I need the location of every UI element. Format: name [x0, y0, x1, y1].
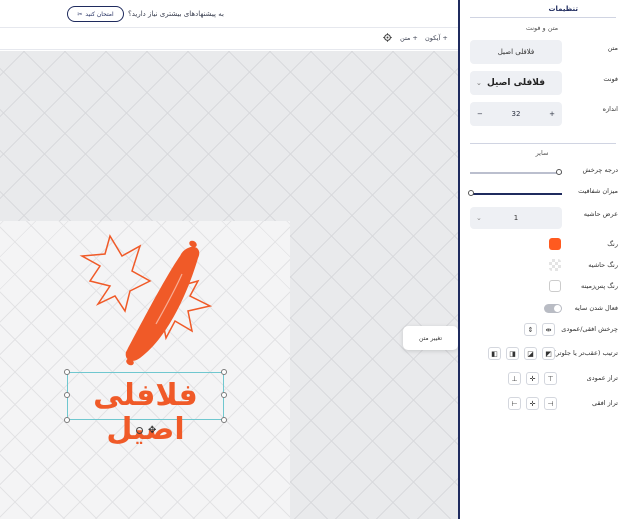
add-icon-label: آیکون	[425, 34, 441, 42]
rotation-slider-knob[interactable]	[556, 169, 562, 175]
move-icon[interactable]: ✥	[148, 425, 156, 436]
border-width-label: عرض حاشیه	[583, 210, 618, 218]
add-icon-button[interactable]: آیکون +	[425, 34, 448, 42]
border-width-value: 1	[513, 214, 519, 222]
h-align-label: تراز افقی	[591, 399, 618, 407]
bg-color-label: رنگ پس‌زمینه	[581, 282, 618, 290]
shadow-label: فعال شدن سایه	[574, 304, 618, 312]
align-center-icon: ✛	[529, 399, 536, 408]
bring-forward-button[interactable]: ◪	[524, 347, 537, 360]
section-text-font: متن و فونت	[525, 24, 559, 32]
bg-color-swatch[interactable]	[549, 280, 561, 292]
align-left-button[interactable]: ⊢	[508, 397, 521, 410]
design-canvas[interactable]	[0, 51, 458, 519]
send-back-icon: ◧	[491, 349, 498, 358]
align-left-icon: ⊢	[511, 399, 518, 408]
opacity-label: میزان شفافیت	[578, 187, 618, 195]
font-select[interactable]: فلافلی اصیل ⌄	[470, 71, 562, 95]
size-label: اندازه	[602, 105, 618, 113]
try-button-label: امتحان کنید	[85, 10, 114, 18]
color-label: رنگ	[607, 240, 618, 248]
suggestion-question: به پیشنهادهای بیشتری نیاز دارید؟	[128, 10, 224, 18]
opacity-slider-knob[interactable]	[468, 190, 474, 196]
logo-text[interactable]: فلافلی اصیل	[68, 379, 223, 447]
resize-handle-top-right[interactable]	[221, 369, 227, 375]
plus-icon: +	[442, 34, 448, 42]
align-middle-button[interactable]: ✛	[526, 372, 539, 385]
align-right-button[interactable]: ⊣	[544, 397, 557, 410]
try-button[interactable]: ✂ امتحان کنید	[67, 6, 124, 22]
text-selection-box[interactable]: فلافلی اصیل	[64, 369, 227, 447]
send-backward-icon: ◨	[509, 349, 516, 358]
add-text-button[interactable]: متن +	[400, 34, 418, 42]
text-label: متن	[607, 44, 618, 52]
settings-panel: تنظیمات متن و فونت متن فلافلی اصیل فونت …	[458, 0, 624, 519]
align-bottom-icon: ⊥	[511, 374, 518, 383]
resize-handle-right[interactable]	[221, 392, 227, 398]
send-to-back-button[interactable]: ◧	[488, 347, 501, 360]
flip-vertical-icon: ⇕	[527, 325, 534, 334]
sparkle-icon: ✂	[77, 10, 83, 18]
font-select-value: فلافلی اصیل	[486, 78, 546, 88]
opacity-slider[interactable]	[470, 193, 562, 195]
flip-horizontal-icon: ⇹	[545, 325, 552, 334]
flip-label: چرخش افقی/عمودی	[561, 325, 618, 333]
text-input[interactable]: فلافلی اصیل	[470, 40, 562, 64]
chevron-down-icon: ⌄	[476, 79, 482, 87]
bring-to-front-button[interactable]: ◩	[542, 347, 555, 360]
rotate-icon[interactable]	[136, 427, 143, 434]
size-plus-button[interactable]: +	[549, 110, 555, 118]
align-center-button[interactable]: ✛	[526, 397, 539, 410]
border-width-select[interactable]: 1 ⌄	[470, 207, 562, 229]
flip-horizontal-button[interactable]: ⇹	[542, 323, 555, 336]
align-middle-icon: ✛	[529, 374, 536, 383]
resize-handle-bottom-left[interactable]	[64, 417, 70, 423]
v-align-label: تراز عمودی	[586, 374, 618, 382]
font-label: فونت	[603, 75, 618, 83]
plus-icon: +	[412, 34, 418, 42]
resize-handle-left[interactable]	[64, 392, 70, 398]
change-text-button[interactable]: تغییر متن	[419, 335, 442, 342]
size-value: 32	[511, 110, 521, 118]
resize-handle-bottom-right[interactable]	[221, 417, 227, 423]
gear-icon[interactable]	[383, 33, 392, 42]
align-top-button[interactable]: ⊤	[544, 372, 557, 385]
order-label: ترتیب (عقب‌تر یا جلوتر)	[553, 349, 618, 357]
editor-toolbar: آیکون + متن +	[0, 28, 458, 50]
section-divider	[470, 143, 616, 144]
bring-forward-icon: ◪	[527, 349, 534, 358]
border-color-label: رنگ حاشیه	[588, 261, 618, 269]
add-text-label: متن	[400, 34, 411, 42]
bring-front-icon: ◩	[545, 349, 552, 358]
rotation-slider[interactable]	[470, 172, 562, 174]
size-stepper[interactable]: − 32 +	[470, 102, 562, 126]
top-bar: به پیشنهادهای بیشتری نیاز دارید؟ ✂ امتحا…	[0, 0, 458, 28]
context-menu[interactable]: تغییر متن	[403, 326, 458, 350]
send-backward-button[interactable]: ◨	[506, 347, 519, 360]
panel-title: تنظیمات	[548, 5, 578, 13]
title-underline	[470, 17, 616, 18]
align-bottom-button[interactable]: ⊥	[508, 372, 521, 385]
align-top-icon: ⊤	[547, 374, 554, 383]
rotation-label: درجه چرخش	[582, 166, 618, 174]
color-swatch[interactable]	[549, 238, 561, 250]
shadow-toggle[interactable]	[544, 304, 562, 313]
resize-handle-top-left[interactable]	[64, 369, 70, 375]
chevron-down-icon: ⌄	[476, 214, 482, 222]
sausage-burst-logo[interactable]	[70, 226, 220, 376]
flip-vertical-button[interactable]: ⇕	[524, 323, 537, 336]
border-color-swatch[interactable]	[549, 259, 561, 271]
align-right-icon: ⊣	[547, 399, 554, 408]
size-minus-button[interactable]: −	[477, 110, 483, 118]
section-other: سایر	[535, 149, 549, 157]
